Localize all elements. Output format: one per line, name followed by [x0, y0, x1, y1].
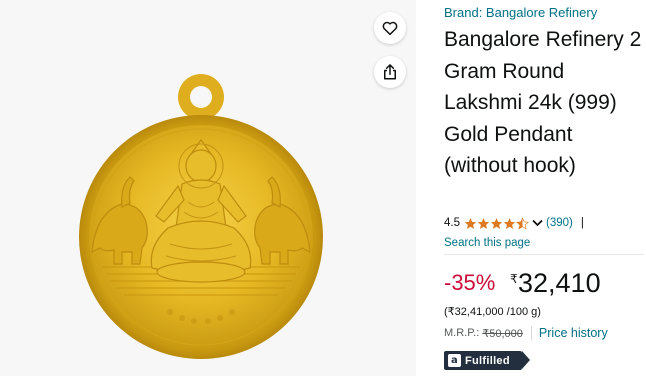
share-button[interactable]: [374, 56, 406, 88]
mrp-label: M.R.P.:: [444, 327, 480, 339]
star-half-icon: [516, 216, 529, 230]
separator: |: [580, 217, 584, 229]
star-full-icon: [490, 217, 503, 229]
amazon-logo-icon: a: [448, 354, 461, 367]
chevron-down-icon[interactable]: [532, 219, 543, 227]
product-image-pane: [0, 0, 416, 376]
product-image[interactable]: [70, 62, 332, 370]
discount-percent: -35%: [444, 270, 496, 295]
star-full-icon: [464, 217, 477, 229]
wishlist-button[interactable]: [374, 12, 406, 44]
star-full-icon: [503, 217, 516, 229]
divider: [530, 326, 532, 340]
mrp-row: M.R.P.: ₹50,000 Price history: [444, 326, 608, 340]
price-history-link[interactable]: Price history: [539, 326, 608, 340]
unit-price: (₹32,41,000 /100 g): [444, 306, 541, 318]
heart-icon: [382, 21, 398, 36]
fulfilled-badge[interactable]: a Fulfilled: [444, 351, 530, 370]
currency-symbol: ₹: [510, 272, 518, 286]
rating-value: 4.5: [444, 217, 460, 229]
star-full-icon: [477, 217, 490, 229]
price-value: 32,410: [518, 268, 601, 298]
mrp-value: ₹50,000: [482, 327, 523, 340]
rating-row: 4.5 (390) |: [444, 215, 584, 231]
product-detail-pane: Brand: Bangalore Refinery Bangalore Refi…: [444, 0, 646, 376]
ratings-count-link[interactable]: (390): [546, 217, 573, 229]
product-title: Bangalore Refinery 2 Gram Round Lakshmi …: [444, 28, 642, 177]
star-rating[interactable]: [464, 216, 529, 230]
search-this-page-link[interactable]: Search this page: [444, 237, 530, 249]
brand-link[interactable]: Brand: Bangalore Refinery: [444, 5, 597, 20]
share-icon: [384, 64, 396, 80]
fulfilled-label: Fulfilled: [465, 354, 510, 367]
divider: [444, 254, 644, 255]
badge-tail: [522, 351, 530, 369]
